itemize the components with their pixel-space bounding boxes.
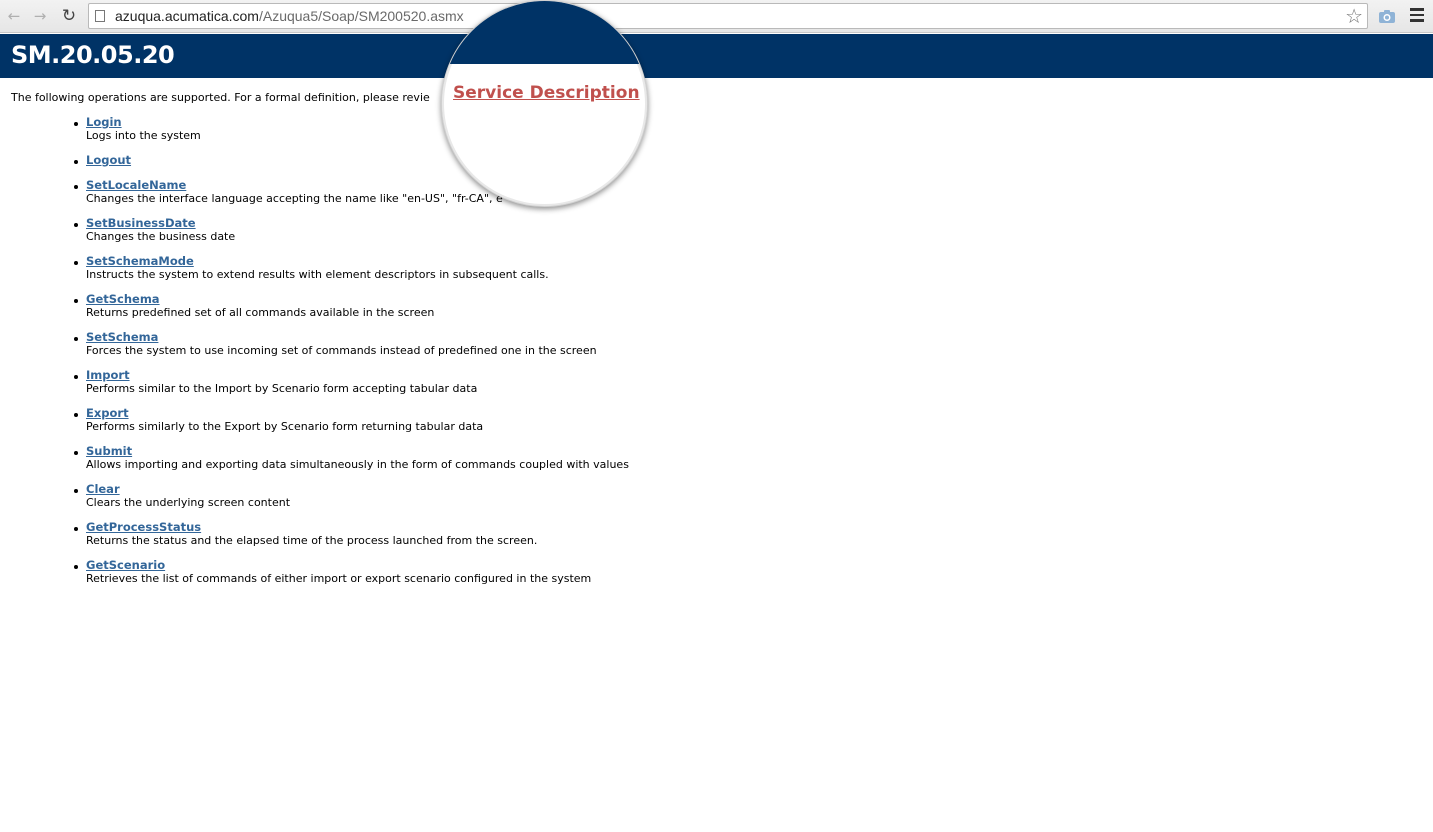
address-bar[interactable]: azuqua.acumatica.com/Azuqua5/Soap/SM2005… [88, 3, 1368, 29]
operation-item: SetLocaleName Changes the interface langu… [72, 179, 872, 217]
magnified-header-band [442, 1, 647, 64]
service-description-link[interactable]: Service Description [453, 83, 640, 103]
operations-list: Login Logs into the system Logout SetLocale… [72, 116, 872, 597]
operation-item: SetSchemaMode Instructs the system to ext… [72, 255, 872, 293]
operation-description: Forces the system to use incoming set of… [86, 344, 597, 357]
operation-link-submit[interactable]: Submit [86, 445, 872, 458]
browser-toolbar: ← → ↻ azuqua.acumatica.com/Azuqua5/Soap/… [0, 0, 1433, 33]
operation-item: Clear Clears the underlying screen conten… [72, 483, 872, 521]
operation-description: Retrieves the list of commands of either… [86, 572, 592, 585]
operation-link-getprocessstatus[interactable]: GetProcessStatus [86, 521, 872, 534]
operation-description: Allows importing and exporting data simu… [86, 458, 629, 471]
intro-text: The following operations are supported. … [11, 91, 430, 104]
operation-item: Export Performs similarly to the Export b… [72, 407, 872, 445]
operation-item: Submit Allows importing and exporting dat… [72, 445, 872, 483]
page-icon [95, 10, 105, 22]
operation-description: Changes the business date [86, 230, 236, 243]
operation-description: Clears the underlying screen content [86, 496, 291, 509]
operation-description: Performs similar to the Import by Scenar… [86, 382, 478, 395]
url-path: /Azuqua5/Soap/SM200520.asmx [258, 8, 464, 24]
operation-description: Instructs the system to extend results w… [86, 268, 549, 281]
operation-item: GetSchema Returns predefined set of all c… [72, 293, 872, 331]
camera-icon[interactable] [1378, 7, 1396, 25]
operation-link-export[interactable]: Export [86, 407, 872, 420]
operation-item: GetScenario Retrieves the list of command… [72, 559, 872, 597]
forward-arrow-icon[interactable]: → [31, 7, 49, 25]
operation-link-import[interactable]: Import [86, 369, 872, 382]
operation-link-clear[interactable]: Clear [86, 483, 872, 496]
operation-item: GetProcessStatus Returns the status and t… [72, 521, 872, 559]
operation-description: Performs similarly to the Export by Scen… [86, 420, 484, 433]
hamburger-menu-icon[interactable] [1410, 8, 1424, 22]
url-text[interactable]: azuqua.acumatica.com/Azuqua5/Soap/SM2005… [115, 8, 464, 24]
star-icon[interactable]: ☆ [1345, 5, 1363, 27]
page-title: SM.20.05.20 [11, 41, 175, 69]
operation-link-setschema[interactable]: SetSchema [86, 331, 872, 344]
back-arrow-icon[interactable]: ← [5, 7, 23, 25]
operation-link-setschemamode[interactable]: SetSchemaMode [86, 255, 872, 268]
operation-link-setbusinessdate[interactable]: SetBusinessDate [86, 217, 872, 230]
operation-link-getscenario[interactable]: GetScenario [86, 559, 872, 572]
page-header: SM.20.05.20 [0, 34, 1433, 78]
operation-description: Returns the status and the elapsed time … [86, 534, 538, 547]
operation-item: SetSchema Forces the system to use incomi… [72, 331, 872, 369]
operation-item: SetBusinessDate Changes the business date [72, 217, 872, 255]
operation-description: Changes the interface language accepting… [86, 192, 503, 205]
operation-description: Returns predefined set of all commands a… [86, 306, 435, 319]
reload-icon[interactable]: ↻ [60, 7, 78, 25]
operation-item: Import Performs similar to the Import by … [72, 369, 872, 407]
url-host: azuqua.acumatica.com [115, 8, 259, 24]
operation-link-getschema[interactable]: GetSchema [86, 293, 872, 306]
magnifier-lens: Service Description [441, 0, 648, 207]
